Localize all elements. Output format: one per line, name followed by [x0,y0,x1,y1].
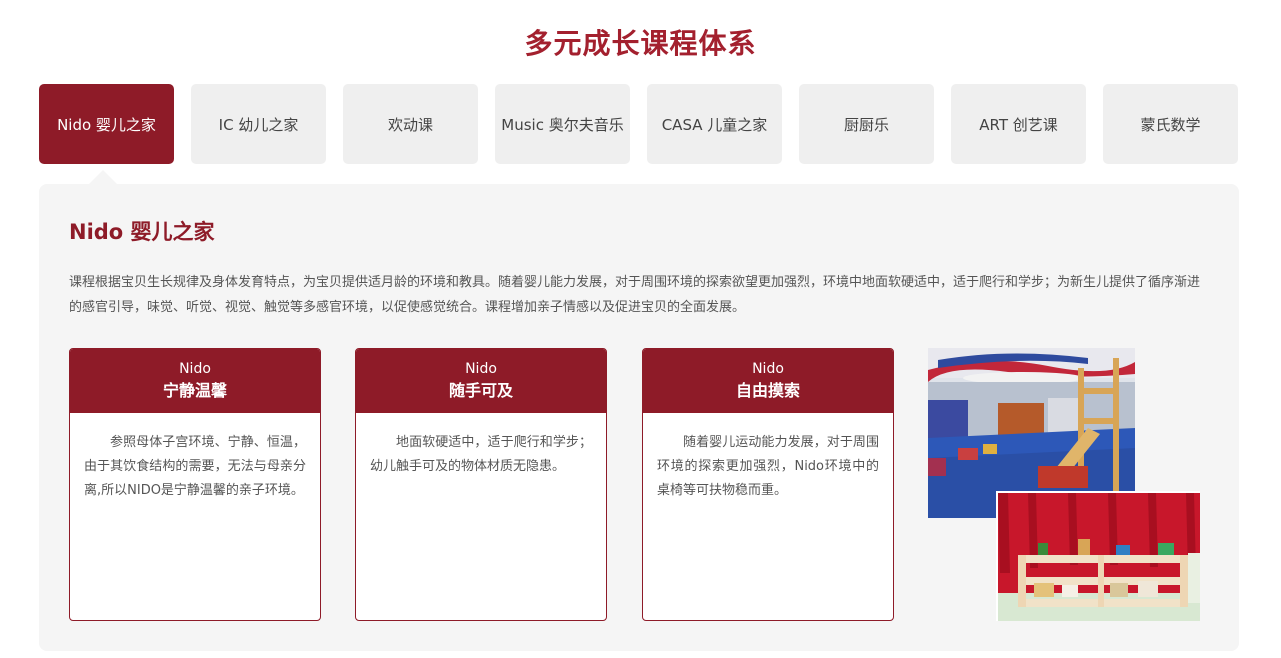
card-header: Nido 宁静温馨 [70,349,320,413]
card-header: Nido 自由摸索 [643,349,893,413]
tab-cooking[interactable]: 厨厨乐 [799,84,934,164]
panel-description: 课程根据宝贝生长规律及身体发育特点，为宝贝提供适月龄的环境和教具。随着婴儿能力发… [69,275,1201,315]
tab-ic[interactable]: IC 幼儿之家 [191,84,326,164]
card-title: 宁静温馨 [162,381,227,400]
card-subtitle: Nido [179,361,211,377]
card-body: 参照母体子宫环境、宁静、恒温，由于其饮食结构的需要，无法与母亲分离,所以NIDO… [84,435,306,498]
card-header: Nido 随手可及 [356,349,606,413]
tab-music[interactable]: Music 奥尔夫音乐 [495,84,630,164]
course-panel: Nido 婴儿之家 课程根据宝贝生长规律及身体发育特点，为宝贝提供适月龄的环境和… [39,184,1239,651]
tab-huandong[interactable]: 欢动课 [343,84,478,164]
tab-math[interactable]: 蒙氏数学 [1103,84,1238,164]
card-title: 自由摸索 [735,381,800,400]
section-title: 多元成长课程体系 [524,27,757,60]
card-body: 随着婴儿运动能力发展，对于周围环境的探索更加强烈，Nido环境中的桌椅等可扶物稳… [657,435,879,498]
active-tab-pointer [89,170,117,184]
panel-heading: Nido 婴儿之家 [69,220,215,244]
card-subtitle: Nido [752,361,784,377]
tab-nido[interactable]: Nido 婴儿之家 [39,84,174,164]
card-subtitle: Nido [465,361,497,377]
feature-card: Nido 随手可及 地面软硬适中，适于爬行和学步；幼儿触手可及的物体材质无隐患。 [355,348,607,621]
feature-card: Nido 自由摸索 随着婴儿运动能力发展，对于周围环境的探索更加强烈，Nido环… [642,348,894,621]
montessori-shelf-photo [996,491,1200,621]
card-body: 地面软硬适中，适于爬行和学步；幼儿触手可及的物体材质无隐患。 [370,435,592,474]
tab-casa[interactable]: CASA 儿童之家 [647,84,782,164]
card-title: 随手可及 [448,381,513,400]
feature-card: Nido 宁静温馨 参照母体子宫环境、宁静、恒温，由于其饮食结构的需要，无法与母… [69,348,321,621]
tab-art[interactable]: ART 创艺课 [951,84,1086,164]
course-tabs: Nido 婴儿之家 IC 幼儿之家 欢动课 Music 奥尔夫音乐 CASA 儿… [39,84,1239,164]
